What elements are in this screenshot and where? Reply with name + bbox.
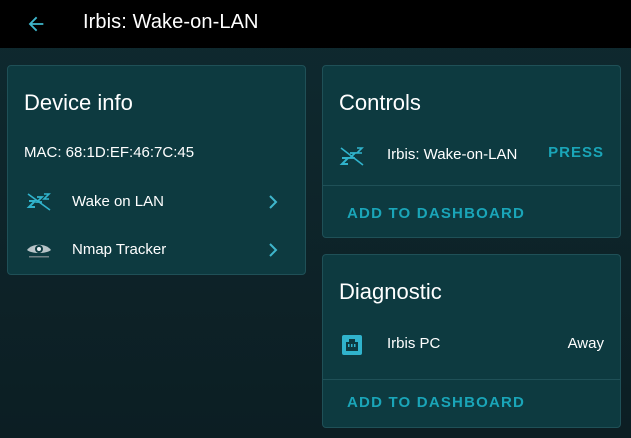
device-info-card: Device info MAC: 68:1D:EF:46:7C:45 Wake … — [7, 65, 306, 275]
device-info-title: Device info — [24, 90, 133, 115]
page: Irbis: Wake-on-LAN Device info MAC: 68:1… — [0, 0, 631, 438]
mac-address: MAC: 68:1D:EF:46:7C:45 — [24, 144, 195, 161]
entity-state: Away — [567, 335, 604, 352]
integration-link-wake-on-lan[interactable]: Wake on LAN — [8, 180, 305, 224]
press-button[interactable]: PRESS — [548, 144, 604, 161]
entity-name: Irbis PC — [387, 335, 441, 352]
sleep-zzz-icon — [339, 147, 364, 166]
divider — [323, 185, 620, 186]
page-title: Irbis: Wake-on-LAN — [83, 11, 259, 33]
ethernet-port-icon — [342, 335, 362, 355]
add-to-dashboard-button[interactable]: ADD TO DASHBOARD — [347, 394, 525, 411]
nmap-eye-icon — [27, 244, 51, 258]
entity-name: Irbis: Wake-on-LAN — [387, 146, 518, 163]
controls-card: Controls Irbis: Wake-on-LAN PRESS ADD TO… — [322, 65, 621, 238]
entity-row-irbis-pc[interactable]: Irbis PC Away — [323, 322, 620, 366]
back-button[interactable] — [22, 10, 50, 38]
arrow-left-icon — [28, 16, 44, 32]
divider — [323, 379, 620, 380]
entity-row-wake-on-lan[interactable]: Irbis: Wake-on-LAN PRESS — [323, 133, 620, 177]
integration-link-label: Nmap Tracker — [72, 241, 167, 258]
add-to-dashboard-button[interactable]: ADD TO DASHBOARD — [347, 205, 525, 222]
diagnostic-title: Diagnostic — [339, 279, 442, 304]
integration-link-label: Wake on LAN — [72, 193, 164, 210]
integration-link-nmap-tracker[interactable]: Nmap Tracker — [8, 228, 305, 272]
wake-on-lan-icon — [26, 193, 51, 211]
chevron-right-icon — [269, 243, 278, 257]
top-app-bar: Irbis: Wake-on-LAN — [0, 0, 631, 48]
diagnostic-card: Diagnostic Irbis PC Away ADD TO DASHBOAR… — [322, 254, 621, 428]
chevron-right-icon — [269, 195, 278, 209]
controls-title: Controls — [339, 90, 421, 115]
